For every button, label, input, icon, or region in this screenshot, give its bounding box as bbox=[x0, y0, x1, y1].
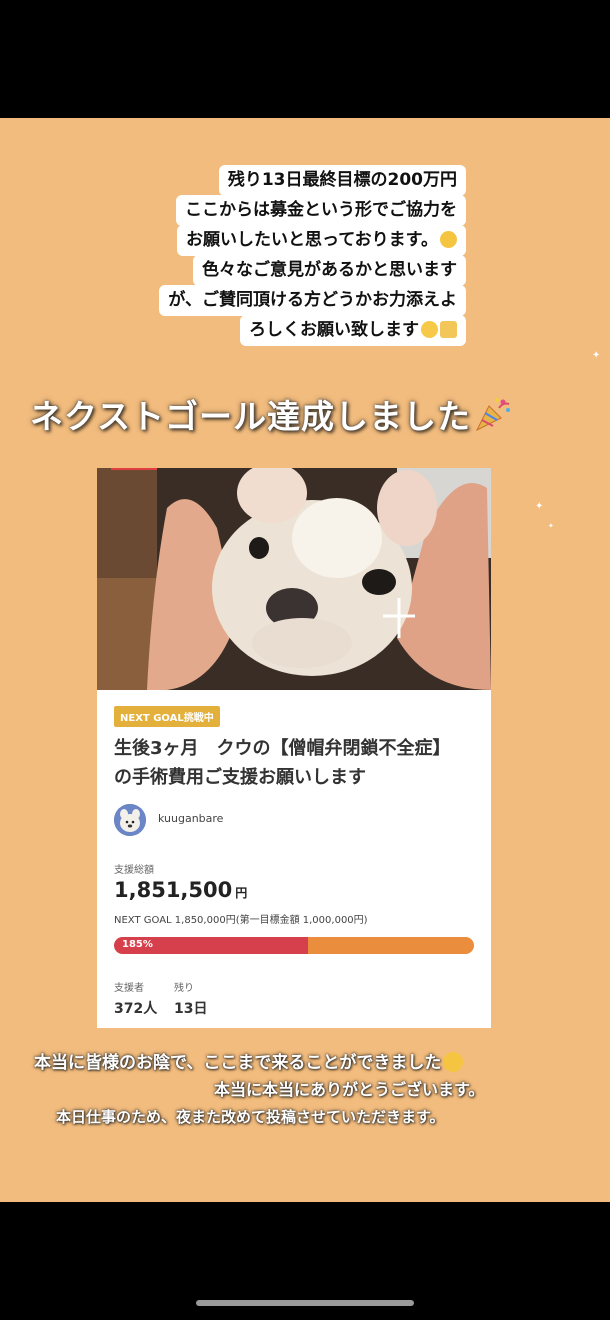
crying-face-emoji-icon bbox=[443, 1052, 464, 1072]
caption-line-5: が、ご賛同頂ける方どうかお力添えよ bbox=[159, 285, 466, 316]
owner-username[interactable]: kuuganbare bbox=[158, 812, 223, 825]
pleading-face-emoji-icon bbox=[421, 321, 438, 338]
caption-line-3: お願いしたいと思っております。 bbox=[177, 225, 466, 256]
caption-line-4: 色々なご意見があるかと思います bbox=[193, 255, 466, 286]
goal-achieved-headline: ネクストゴール達成しました bbox=[30, 390, 513, 438]
home-indicator[interactable] bbox=[196, 1300, 414, 1306]
caption-line-6: ろしくお願い致します bbox=[240, 315, 466, 346]
praying-face-emoji-icon bbox=[440, 231, 457, 248]
next-goal-badge: NEXT GOAL挑戦中 bbox=[114, 706, 220, 727]
puppy-photo bbox=[97, 468, 491, 690]
photo-accent-line bbox=[111, 468, 157, 470]
footer-line-2: 本当に本当にありがとうございます。 bbox=[214, 1080, 485, 1099]
total-label: 支援総額 bbox=[114, 865, 154, 876]
remaining-value: 13日 bbox=[174, 1001, 208, 1017]
caption-block: 残り13日最終目標の200万円 ここからは募金という形でご協力を お願いしたいと… bbox=[159, 165, 466, 346]
crowdfunding-card[interactable]: NEXT GOAL挑戦中 生後3ヶ月 クウの【僧帽弁閉鎖不全症】の手術費用ご支援… bbox=[97, 468, 491, 1028]
party-popper-icon bbox=[475, 398, 511, 432]
remaining-label: 残り bbox=[174, 983, 194, 994]
sparkle-icon: ✦ bbox=[548, 522, 554, 530]
footer-line-3: 本日仕事のため、夜また改めて投稿させていただきます。 bbox=[56, 1108, 445, 1126]
sparkle-icon: ✦ bbox=[535, 501, 544, 512]
caption-line-2: ここからは募金という形でご協力を bbox=[176, 195, 466, 226]
progress-bar: 185% bbox=[114, 937, 474, 954]
sparkle-icon: ✦ bbox=[592, 350, 601, 361]
praying-hands-emoji-icon bbox=[440, 321, 457, 338]
story-canvas: 残り13日最終目標の200万円 ここからは募金という形でご協力を お願いしたいと… bbox=[0, 118, 610, 1202]
status-bar-area bbox=[0, 0, 610, 118]
project-title[interactable]: 生後3ヶ月 クウの【僧帽弁閉鎖不全症】の手術費用ご支援お願いします bbox=[114, 734, 464, 792]
total-amount: 1,851,500 円 bbox=[114, 878, 248, 902]
caption-line-1: 残り13日最終目標の200万円 bbox=[218, 165, 466, 196]
footer-line-1: 本当に皆様のお陰で、ここまで来ることができました bbox=[34, 1048, 464, 1073]
next-goal-text: NEXT GOAL 1,850,000円(第一目標金額 1,000,000円) bbox=[114, 915, 368, 926]
avatar[interactable] bbox=[114, 804, 146, 836]
supporters-value: 372人 bbox=[114, 1001, 158, 1017]
supporters-label: 支援者 bbox=[114, 983, 144, 994]
progress-percent: 185% bbox=[122, 939, 153, 950]
